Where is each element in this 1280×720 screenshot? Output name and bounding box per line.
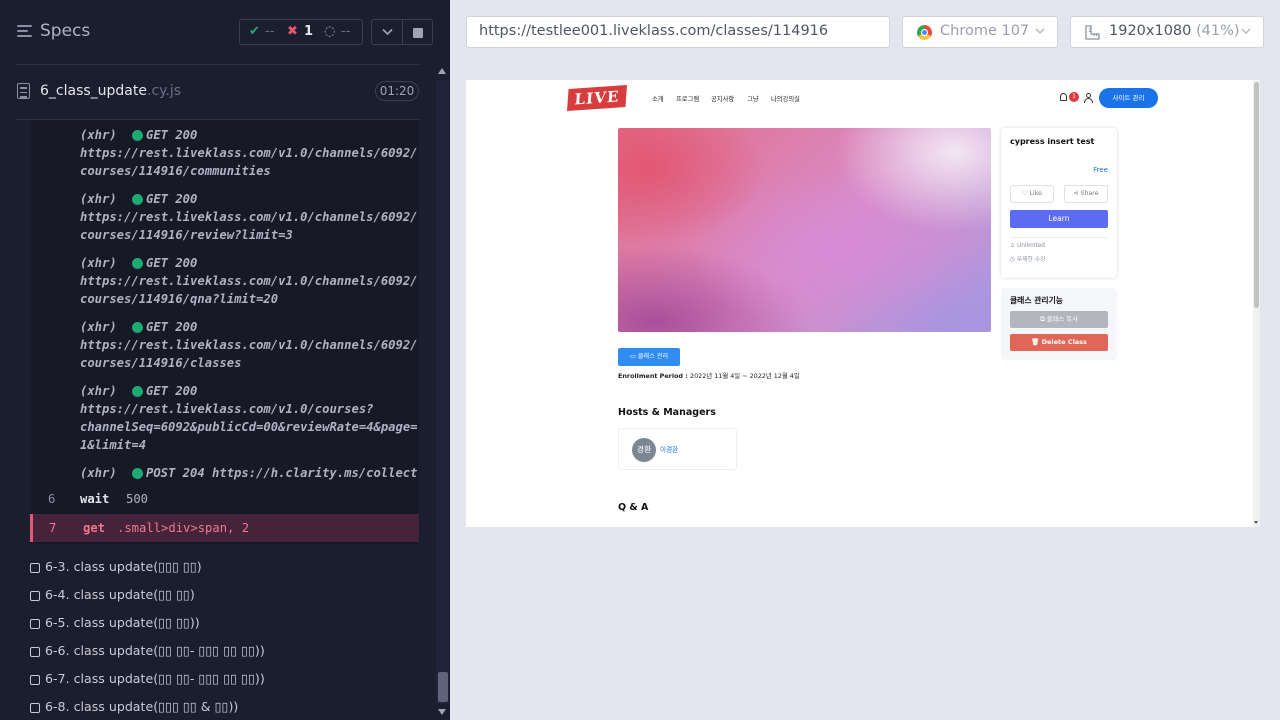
page-scrollbar-thumb[interactable] <box>1254 82 1259 308</box>
file-icon <box>17 83 30 99</box>
cross-icon: ✖ <box>287 24 298 39</box>
host-name: 이경환 <box>660 446 679 454</box>
stop-button[interactable] <box>403 19 433 45</box>
runner-header: Specs ✔ -- ✖ 1 ◌ -- <box>0 0 450 64</box>
status-dot-icon <box>132 386 143 397</box>
nav-item-my-classroom[interactable]: 나의강의실 <box>771 94 800 103</box>
hosts-section-title: Hosts & Managers <box>618 407 716 418</box>
notification-badge: 1 <box>1069 92 1079 102</box>
scroll-down-arrow-icon[interactable] <box>438 709 446 715</box>
test-status-icon <box>30 563 40 573</box>
nav-item-program[interactable]: 프로그램 <box>676 94 699 103</box>
command-xhr[interactable]: (xhr) GET 200 https://rest.liveklass.com… <box>30 190 419 244</box>
site-admin-button[interactable]: 사이트 관리 <box>1099 88 1158 108</box>
chevron-down-icon <box>1241 28 1251 34</box>
course-price: Free <box>1093 166 1108 174</box>
course-title: cypress insert test <box>1010 137 1095 146</box>
test-status-icon <box>30 591 40 601</box>
failed-count: 1 <box>304 24 314 39</box>
command-wait[interactable]: 6 wait 500 <box>30 490 419 508</box>
passed-count: -- <box>265 24 275 39</box>
url-bar[interactable]: https://testlee001.liveklass.com/classes… <box>466 16 890 48</box>
menu-icon[interactable] <box>17 25 32 39</box>
status-dot-icon <box>132 130 143 141</box>
chrome-icon <box>917 25 932 40</box>
qa-section-title: Q & A <box>618 502 649 513</box>
divider <box>1010 237 1108 238</box>
chevron-down-icon <box>1035 28 1045 34</box>
run-duration: 01:20 <box>375 81 419 101</box>
enrollment-period: Enrollment Period : 2022년 11월 4일 ~ 2022년… <box>618 372 800 380</box>
share-button[interactable]: ⋖ Share <box>1064 185 1108 203</box>
test-status-icon <box>30 619 40 629</box>
nav-item-misc[interactable]: 그냥 <box>747 94 759 103</box>
management-title: 클래스 관리기능 <box>1010 296 1063 305</box>
course-meta-access: ◷ 무제한 수강 <box>1010 257 1046 263</box>
ruler-icon <box>1085 25 1100 40</box>
command-xhr[interactable]: (xhr) GET 200 https://rest.liveklass.com… <box>30 318 419 372</box>
nav-item-about[interactable]: 소개 <box>652 94 664 103</box>
status-dot-icon <box>132 194 143 205</box>
status-dot-icon <box>132 258 143 269</box>
stop-icon <box>413 28 423 38</box>
delete-class-button[interactable]: 🗑 Delete Class <box>1010 334 1108 351</box>
scrollbar-track[interactable] <box>436 80 449 704</box>
cypress-runner-panel: Specs ✔ -- ✖ 1 ◌ -- 6_class_update.cy.js… <box>0 0 450 720</box>
class-admin-button[interactable]: ▭ 클래스 관리 <box>618 348 680 366</box>
browser-selector[interactable]: Chrome 107 <box>902 16 1058 48</box>
test-status-icon <box>30 647 40 657</box>
command-xhr[interactable]: (xhr) GET 200 https://rest.liveklass.com… <box>30 382 419 454</box>
viewport-selector[interactable]: 1920x1080 (41%) <box>1070 16 1264 48</box>
test-status-icon <box>30 675 40 685</box>
copy-class-button[interactable]: ⧉ 클래스 복사 <box>1010 311 1108 328</box>
spec-file-header: 6_class_update.cy.js 01:20 <box>0 65 450 119</box>
course-cover-image <box>618 128 991 332</box>
learn-button[interactable]: Learn <box>1010 210 1108 228</box>
class-management-panel: 클래스 관리기능 ⧉ 클래스 복사 🗑 Delete Class <box>1001 288 1117 360</box>
command-log: (xhr) GET 200 https://rest.liveklass.com… <box>30 120 419 544</box>
command-xhr[interactable]: (xhr) POST 204 https://h.clarity.ms/coll… <box>30 464 419 482</box>
test-stats: ✔ -- ✖ 1 ◌ -- <box>239 19 363 45</box>
pending-icon: ◌ <box>324 24 336 39</box>
course-meta-duration: ♙ Unlimited <box>1010 243 1045 249</box>
pending-count: -- <box>341 24 351 39</box>
bell-icon[interactable] <box>1060 93 1067 101</box>
like-button[interactable]: ♡ Like <box>1010 185 1054 203</box>
app-under-test-frame: LIVE 소개 프로그램 공지사항 그냥 나의강의실 1 사이트 관리 cypr… <box>466 80 1260 527</box>
status-dot-icon <box>132 322 143 333</box>
nav-item-notice[interactable]: 공지사항 <box>711 94 734 103</box>
user-icon[interactable] <box>1084 93 1093 103</box>
command-xhr[interactable]: (xhr) GET 200 https://rest.liveklass.com… <box>30 126 419 180</box>
host-card[interactable]: 경환 이경환 <box>618 428 737 470</box>
command-xhr[interactable]: (xhr) GET 200 https://rest.liveklass.com… <box>30 254 419 308</box>
spec-file-name[interactable]: 6_class_update.cy.js <box>40 83 181 99</box>
scroll-down-arrow-icon[interactable] <box>1254 521 1258 524</box>
check-icon: ✔ <box>249 24 260 39</box>
test-status-icon <box>30 703 40 713</box>
scrollbar-thumb[interactable] <box>438 672 448 702</box>
scroll-up-arrow-icon[interactable] <box>438 68 446 74</box>
course-info-card: cypress insert test Free ♡ Like ⋖ Share … <box>1001 128 1117 278</box>
specs-link[interactable]: Specs <box>40 21 90 41</box>
avatar: 경환 <box>632 438 656 462</box>
command-failed-get[interactable]: 7 get .small>div>span, 2 <box>30 514 419 542</box>
site-logo[interactable]: LIVE <box>567 85 627 111</box>
chevron-down-icon[interactable] <box>371 19 403 45</box>
status-dot-icon <box>132 468 143 479</box>
